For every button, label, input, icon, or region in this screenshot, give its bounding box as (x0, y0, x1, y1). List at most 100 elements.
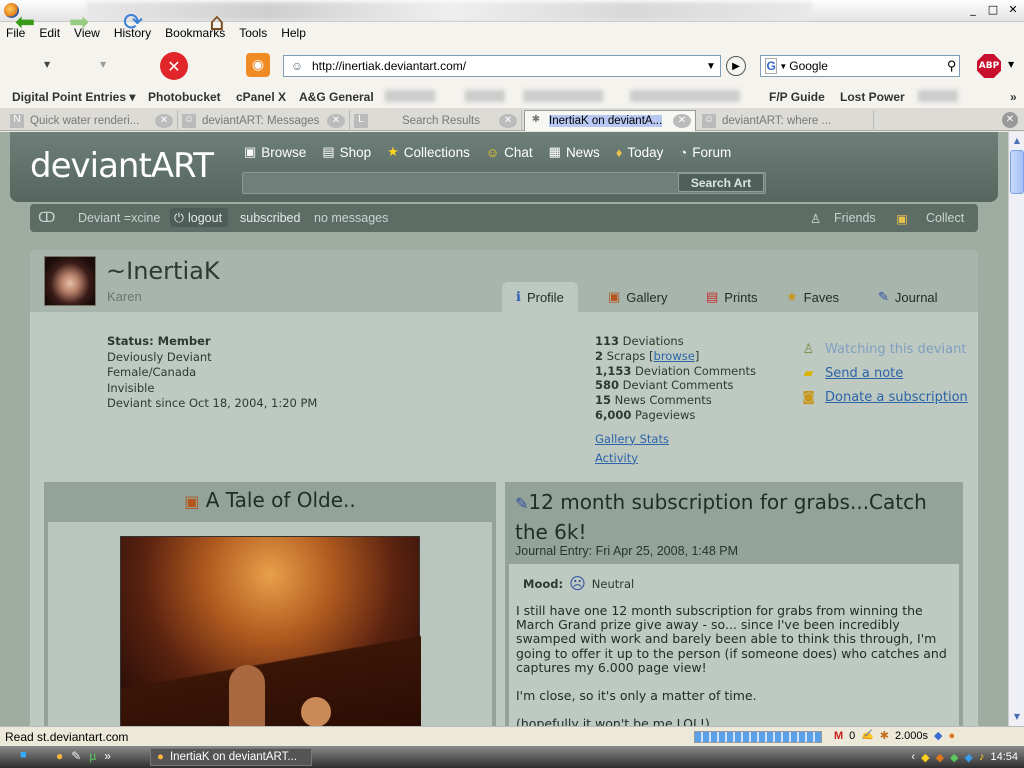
bookmark-digital-point[interactable]: Digital Point Entries ▾ (12, 90, 135, 104)
more-bookmarks-icon[interactable]: » (1010, 90, 1017, 104)
tab-faves[interactable]: ★ Faves (772, 282, 853, 312)
collect-link[interactable]: Collect (926, 211, 964, 225)
tab-messages[interactable]: ☺ deviantART: Messages ✕ (178, 110, 350, 131)
gallery-icon: ▣ (184, 492, 200, 511)
bookmark-fp-guide[interactable]: F/P Guide (769, 90, 825, 104)
tray-icon[interactable]: ◆ (921, 751, 929, 764)
tab-where[interactable]: ☺ deviantART: where ... (698, 110, 874, 131)
da-symbol-icon[interactable]: ↀ (38, 209, 55, 226)
tray-icon[interactable]: ◆ (936, 751, 944, 764)
engine-dropdown-icon[interactable]: ▼ (779, 62, 787, 71)
bookmark-ag-general[interactable]: A&G General (299, 90, 374, 104)
nav-browse[interactable]: ▣ Browse (244, 144, 306, 160)
menu-tools[interactable]: Tools (239, 26, 267, 40)
abp-dropdown-icon[interactable]: ▼ (1008, 60, 1014, 69)
gmail-icon[interactable]: M (834, 730, 843, 742)
tab-close-icon[interactable]: ✕ (155, 113, 173, 128)
tray-icon[interactable]: ◆ (950, 751, 958, 764)
tab-close-icon[interactable]: ✕ (327, 113, 345, 128)
rss-icon[interactable]: ◉ (246, 53, 270, 77)
subscribed-link[interactable]: subscribed (240, 211, 300, 225)
messages-link[interactable]: no messages (314, 211, 388, 225)
journal-title[interactable]: ✎12 month subscription for grabs...Catch… (515, 488, 955, 547)
gallery-stats-link[interactable]: Gallery Stats (595, 432, 669, 446)
nav-today[interactable]: ♦ Today (616, 144, 664, 160)
tab-inertiak[interactable]: ✱ InertiaK on deviantA... ✕ (524, 110, 696, 131)
search-input[interactable] (789, 59, 945, 73)
tab-prints[interactable]: ▤ Prints (692, 282, 772, 312)
quick-launch: ● ✎ µ » (56, 749, 111, 763)
minimize-button[interactable]: _ (966, 3, 980, 16)
tab-journal[interactable]: ✎ Journal (864, 282, 952, 312)
deviantart-logo[interactable]: deviantART (30, 146, 214, 186)
tray-arrow-icon[interactable]: ‹ (911, 751, 915, 763)
firebug-icon[interactable]: ✱ (880, 729, 889, 742)
bookmark-cpanel[interactable]: cPanel X (236, 90, 286, 104)
start-button[interactable]: ■ (0, 748, 52, 766)
notepad-icon[interactable]: ✎ (71, 749, 81, 763)
search-bar[interactable]: G ▼ ⚲ (760, 55, 960, 77)
firefox-status-icon[interactable]: ● (948, 730, 955, 742)
bookmark-lost-power[interactable]: Lost Power (840, 90, 905, 104)
deviant-name[interactable]: Deviant =xcine (78, 211, 160, 225)
home-icon[interactable]: ⌂ (202, 7, 232, 37)
search-art-button[interactable]: Search Art (678, 173, 764, 192)
tab-profile[interactable]: ℹ Profile (502, 282, 578, 312)
bookmark-photobucket[interactable]: Photobucket (148, 90, 221, 104)
vertical-scrollbar[interactable]: ▲ ▼ (1008, 132, 1024, 726)
url-bar[interactable]: ☺ ▼ (283, 55, 721, 77)
magnifier-icon[interactable]: ⚲ (944, 58, 959, 74)
page-viewport[interactable]: deviantART ▣ Browse ▤ Shop ★ Collections ☺ C… (0, 132, 1008, 726)
nav-chat[interactable]: ☺ Chat (486, 144, 533, 160)
firefox-launch-icon[interactable]: ● (56, 749, 63, 763)
url-input[interactable] (312, 59, 702, 73)
scroll-thumb[interactable] (1010, 150, 1024, 194)
friends-link[interactable]: Friends (834, 211, 876, 225)
windows-icon: ■ (20, 749, 27, 761)
browse-link[interactable]: browse (654, 349, 695, 363)
tab-gallery[interactable]: ▣ Gallery (594, 282, 681, 312)
send-note-link[interactable]: Send a note (825, 362, 903, 386)
activity-link[interactable]: Activity (595, 451, 638, 465)
tab-search-results[interactable]: L Search Results ✕ (350, 110, 522, 131)
stop-icon[interactable]: ✕ (160, 52, 188, 80)
more-launch-icon[interactable]: » (104, 749, 111, 763)
taskbar-item-firefox[interactable]: ● InertiaK on deviantART... (150, 748, 312, 766)
forward-dropdown-icon[interactable]: ▼ (100, 60, 106, 69)
close-button[interactable]: ✕ (1006, 3, 1020, 16)
go-arrow-icon[interactable]: ▶ (726, 56, 746, 76)
featured-title[interactable]: ▣ A Tale of Olde.. (44, 488, 496, 512)
nav-forum[interactable]: ◔ Forum (679, 144, 731, 160)
reload-icon[interactable]: ⟳ (118, 7, 148, 37)
news-icon: ▦ (548, 144, 561, 159)
tab-close-icon[interactable]: ✕ (499, 113, 517, 128)
window-titlebar[interactable]: _ □ ✕ (0, 0, 1024, 22)
logout-label[interactable]: logout (188, 211, 222, 225)
menu-help[interactable]: Help (281, 26, 306, 40)
forward-arrow-icon[interactable]: ➡ (64, 7, 94, 37)
tab-water[interactable]: N Quick water renderi... ✕ (6, 110, 178, 131)
utorrent-icon[interactable]: µ (89, 749, 96, 763)
ad-icon[interactable]: ◆ (934, 729, 942, 742)
tray-icon[interactable]: ◆ (965, 751, 973, 764)
scroll-up-icon[interactable]: ▲ (1010, 134, 1024, 148)
back-dropdown-icon[interactable]: ▼ (44, 60, 50, 69)
featured-artwork[interactable] (120, 536, 421, 726)
tab-favicon-icon: N (10, 113, 24, 128)
volume-icon[interactable]: ♪ (979, 751, 985, 763)
tab-close-icon[interactable]: ✕ (673, 114, 691, 128)
profile-name[interactable]: ~InertiaK (106, 257, 220, 285)
browse-icon: ▣ (244, 144, 257, 159)
avatar[interactable] (44, 256, 96, 306)
scroll-down-icon[interactable]: ▼ (1010, 710, 1024, 724)
nav-collections[interactable]: ★ Collections (387, 144, 470, 160)
google-icon[interactable]: G (765, 58, 778, 74)
url-dropdown-icon[interactable]: ▼ (702, 61, 720, 72)
nav-shop[interactable]: ▤ Shop (322, 144, 371, 160)
menu-edit[interactable]: Edit (39, 26, 60, 40)
back-arrow-icon[interactable]: ⬅ (10, 7, 40, 37)
maximize-button[interactable]: □ (986, 3, 1000, 16)
donate-link[interactable]: Donate a subscription (825, 386, 968, 410)
close-tab-icon[interactable]: ✕ (1002, 112, 1018, 128)
nav-news[interactable]: ▦ News (549, 144, 600, 160)
